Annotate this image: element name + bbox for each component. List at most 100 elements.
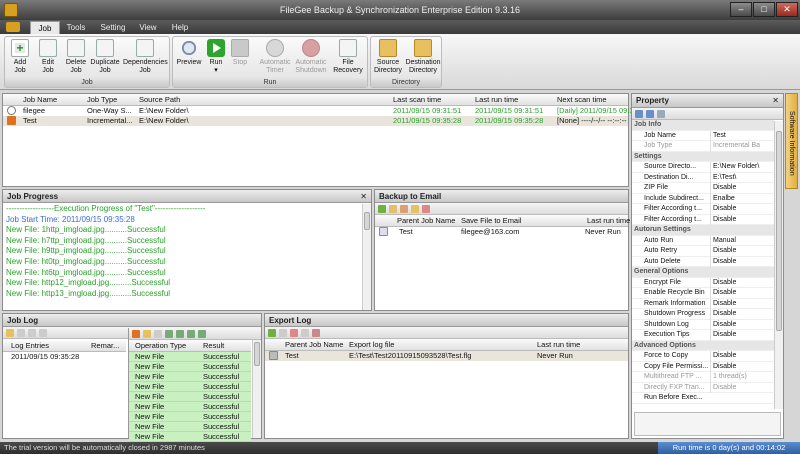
- remove-icon[interactable]: [422, 205, 430, 213]
- tab-tools[interactable]: Tools: [62, 21, 90, 34]
- property-row[interactable]: Remark Information Disable: [632, 298, 774, 309]
- property-category[interactable]: Job Info: [632, 120, 774, 131]
- property-category[interactable]: Autorun Settings: [632, 225, 774, 236]
- alphabetical-icon[interactable]: [646, 110, 654, 118]
- duplicate-job-button[interactable]: Duplicate Job: [89, 39, 121, 75]
- run-button[interactable]: Run ▾: [205, 39, 227, 75]
- operations-scrollbar[interactable]: [252, 340, 261, 438]
- automatic-shutdown-button[interactable]: Automatic Shutdown: [293, 39, 329, 75]
- property-row[interactable]: Source Directo... E:\New Folder\: [632, 162, 774, 173]
- property-row[interactable]: Multithread FTP ... 1 thread(s): [632, 372, 774, 383]
- property-row[interactable]: Directly FXP Tran... Disable: [632, 382, 774, 393]
- col-next-scan-time[interactable]: Next scan time: [557, 94, 607, 106]
- tab-job[interactable]: Job: [30, 21, 60, 34]
- stop-button[interactable]: Stop: [229, 39, 251, 67]
- property-row[interactable]: Enable Recycle Bin Disable: [632, 288, 774, 299]
- property-row[interactable]: Execution Tips Disable: [632, 330, 774, 341]
- software-information-tab[interactable]: Software Information: [785, 93, 798, 189]
- property-row[interactable]: Job TypeIncremental Back...: [632, 141, 774, 152]
- add-icon[interactable]: [378, 205, 386, 213]
- delete-icon[interactable]: [28, 329, 36, 337]
- col-job-type[interactable]: Job Type: [87, 94, 117, 106]
- tab-help[interactable]: Help: [168, 21, 192, 34]
- source-directory-button[interactable]: Source Directory: [372, 39, 404, 75]
- property-category[interactable]: Advanced Options: [632, 340, 774, 351]
- job-log-panel: Job Log Log Entries Remar... 2011/09/15 …: [2, 313, 262, 442]
- property-pages-icon[interactable]: [657, 110, 665, 118]
- table-row[interactable]: Test Incremental... E:\New Folder\ 2011/…: [3, 116, 628, 126]
- col-last-scan-time[interactable]: Last scan time: [393, 94, 441, 106]
- list-item[interactable]: New File Successful: [129, 422, 251, 432]
- close-button[interactable]: ✕: [776, 2, 798, 17]
- destination-directory-button[interactable]: Destination Directory: [404, 39, 442, 75]
- table-row[interactable]: Test filegee@163.com Never Run: [375, 227, 628, 237]
- property-row[interactable]: Include Subdirect... Enalbe: [632, 193, 774, 204]
- property-row[interactable]: ZIP File Disable: [632, 183, 774, 194]
- property-row[interactable]: Job Name Test: [632, 130, 774, 141]
- list-item[interactable]: New File Successful: [129, 392, 251, 402]
- property-row[interactable]: Filter According t... Disable: [632, 204, 774, 215]
- copy-icon[interactable]: [17, 329, 25, 337]
- minimize-button[interactable]: –: [730, 2, 752, 17]
- folder-icon[interactable]: [411, 205, 419, 213]
- clear-icon[interactable]: [39, 329, 47, 337]
- first-icon[interactable]: [165, 330, 173, 338]
- close-icon[interactable]: ✕: [772, 94, 779, 108]
- list-item[interactable]: New File Successful: [129, 362, 251, 372]
- prev-icon[interactable]: [176, 330, 184, 338]
- property-category[interactable]: Settings: [632, 151, 774, 162]
- automatic-timer-button[interactable]: Automatic Timer: [257, 39, 293, 75]
- filter-icon[interactable]: [132, 330, 140, 338]
- property-row[interactable]: Copy File Permissi... Disable: [632, 361, 774, 372]
- file-recovery-button[interactable]: File Recovery: [331, 39, 365, 75]
- property-row[interactable]: Auto Retry Disable: [632, 246, 774, 257]
- preview-button[interactable]: Preview: [175, 39, 203, 67]
- property-row[interactable]: Force to Copy Disable: [632, 351, 774, 362]
- list-item[interactable]: New File Successful: [129, 352, 251, 362]
- delete-icon[interactable]: [290, 329, 298, 337]
- maximize-button[interactable]: □: [753, 2, 775, 17]
- categorized-icon[interactable]: [635, 110, 643, 118]
- property-row[interactable]: Shutdown Progress Disable: [632, 309, 774, 320]
- col-last-run-time[interactable]: Last run time: [475, 94, 518, 106]
- list-item[interactable]: New File Successful: [129, 402, 251, 412]
- export-icon[interactable]: [301, 329, 309, 337]
- add-job-button[interactable]: + Add Job: [7, 39, 33, 75]
- edit-job-button[interactable]: Edit Job: [35, 39, 61, 75]
- list-item[interactable]: New File Successful: [129, 382, 251, 392]
- dependencies-job-button[interactable]: Dependencies Job: [123, 39, 168, 75]
- col-source-path[interactable]: Source Path: [139, 94, 180, 106]
- tab-setting[interactable]: Setting: [98, 21, 128, 34]
- property-row[interactable]: Auto Delete Disable: [632, 256, 774, 267]
- list-item[interactable]: 2011/09/15 09:35:28: [3, 352, 126, 362]
- property-row[interactable]: Run Before Exec...: [632, 393, 774, 404]
- property-row[interactable]: Shutdown Log Disable: [632, 319, 774, 330]
- col-job-name[interactable]: Job Name: [23, 94, 57, 106]
- table-row[interactable]: filegee One-Way S... E:\New Folder\ 2011…: [3, 106, 640, 116]
- delete-job-button[interactable]: Delete Job: [63, 39, 89, 75]
- last-icon[interactable]: [198, 330, 206, 338]
- edit-icon[interactable]: [389, 205, 397, 213]
- property-row[interactable]: Encrypt File Disable: [632, 277, 774, 288]
- next-icon[interactable]: [187, 330, 195, 338]
- close-icon[interactable]: ✕: [360, 190, 367, 203]
- list-item[interactable]: New File Successful: [129, 432, 251, 442]
- edit-icon[interactable]: [279, 329, 287, 337]
- folder-icon[interactable]: [143, 330, 151, 338]
- save-icon[interactable]: [154, 330, 162, 338]
- tab-view[interactable]: View: [136, 21, 160, 34]
- list-item[interactable]: New File Successful: [129, 372, 251, 382]
- property-row[interactable]: Filter According t... Disable: [632, 214, 774, 225]
- remove-icon[interactable]: [312, 329, 320, 337]
- app-menu-icon[interactable]: [6, 22, 20, 32]
- table-row[interactable]: Test E:\Test\Test20110915093528\Test.flg…: [265, 351, 628, 361]
- property-row[interactable]: Auto Run Manual: [632, 235, 774, 246]
- property-category[interactable]: General Options: [632, 267, 774, 278]
- property-row[interactable]: Destination Di... E:\Test\: [632, 172, 774, 183]
- add-icon[interactable]: [268, 329, 276, 337]
- job-progress-scrollbar[interactable]: [362, 204, 371, 310]
- open-icon[interactable]: [6, 329, 14, 337]
- delete-icon[interactable]: [400, 205, 408, 213]
- list-item[interactable]: New File Successful: [129, 412, 251, 422]
- property-scrollbar[interactable]: [774, 121, 783, 409]
